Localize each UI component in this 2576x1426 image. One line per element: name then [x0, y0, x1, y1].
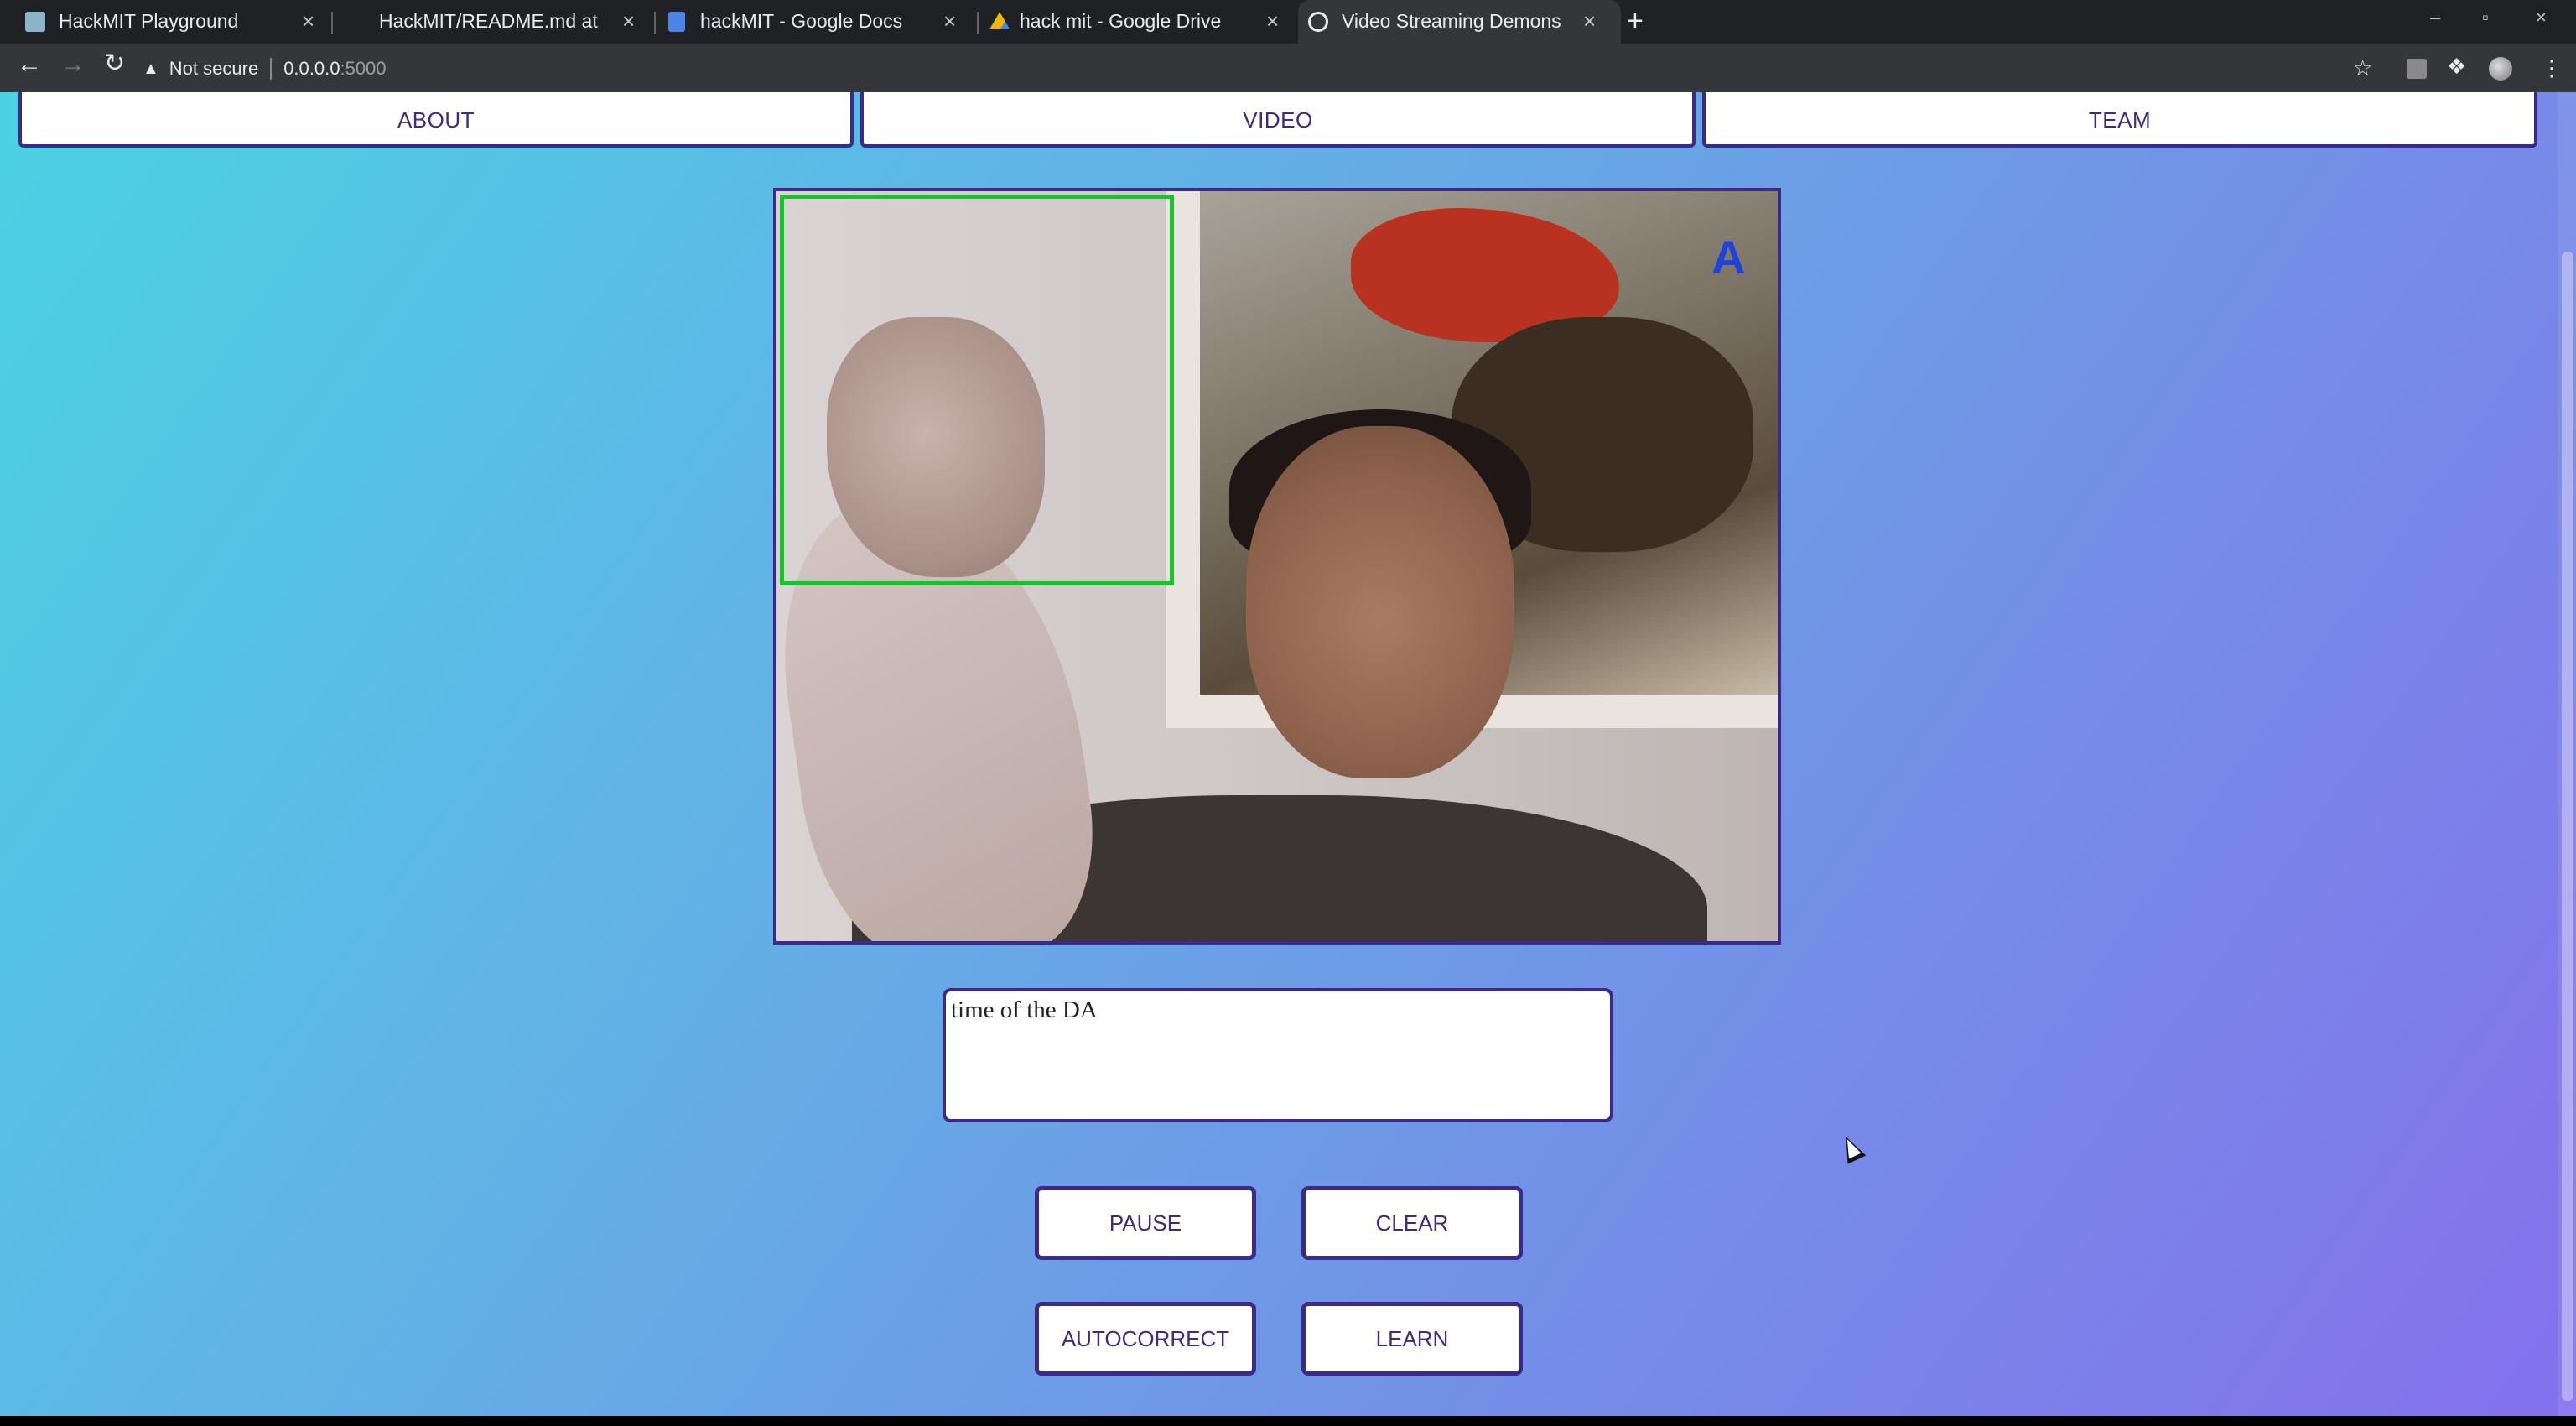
tab-google-docs[interactable]: hackMIT - Google Docs × [658, 0, 981, 44]
video-stream: A [773, 188, 1781, 945]
nav-team-button[interactable]: TEAM [1702, 92, 2537, 148]
minimize-button[interactable]: – [2430, 7, 2440, 29]
tab-title: hack mit - Google Drive [1020, 10, 1222, 32]
tab-close-icon[interactable]: × [1583, 8, 1596, 34]
extensions-puzzle-icon[interactable]: ❖ [2447, 54, 2466, 80]
docs-icon [668, 12, 685, 32]
predicted-letter: A [1711, 231, 1746, 284]
tab-title: hackMIT - Google Docs [700, 10, 903, 32]
browser-toolbar [0, 44, 2576, 92]
bookmark-star-icon[interactable]: ☆ [2353, 55, 2372, 81]
maximize-button[interactable]: ▫ [2482, 7, 2489, 29]
tab-strip: HackMIT Playground × HackMIT/README.md a… [0, 0, 2576, 44]
tab-close-icon[interactable]: × [1266, 8, 1279, 34]
autocorrect-button[interactable]: AUTOCORRECT [1035, 1302, 1256, 1376]
menu-kebab-icon[interactable]: ⋮ [2541, 55, 2563, 81]
hand-detection-box [780, 195, 1174, 585]
tab-readme[interactable]: HackMIT/README.md at × [335, 0, 654, 44]
tab-divider [331, 12, 333, 34]
address-bar[interactable]: ▲ Not secure 0.0.0.0:5000 [143, 50, 387, 87]
tab-title: HackMIT Playground [59, 10, 239, 32]
reload-icon[interactable]: ↻ [104, 49, 125, 78]
tab-close-icon[interactable]: × [622, 8, 635, 34]
playground-favicon-icon [25, 12, 45, 32]
learn-button[interactable]: LEARN [1301, 1302, 1523, 1376]
page-scrollbar[interactable] [2558, 92, 2576, 1416]
scrollbar-thumb[interactable] [2562, 252, 2573, 1401]
tab-divider [977, 12, 979, 34]
close-window-button[interactable]: × [2536, 7, 2547, 29]
security-label: Not secure [169, 58, 259, 79]
new-tab-button[interactable]: + [1627, 5, 1644, 38]
nav-video-button[interactable]: VIDEO [860, 92, 1696, 148]
tab-close-icon[interactable]: × [943, 8, 956, 34]
pause-button[interactable]: PAUSE [1035, 1186, 1256, 1260]
tab-google-drive[interactable]: hack mit - Google Drive × [981, 0, 1304, 44]
profile-avatar[interactable] [2489, 57, 2512, 81]
clear-button[interactable]: CLEAR [1301, 1186, 1523, 1260]
tab-close-icon[interactable]: × [302, 8, 314, 34]
transcript-textarea[interactable]: time of the DA [943, 988, 1613, 1122]
forward-arrow-icon[interactable]: → [60, 50, 86, 79]
warning-icon: ▲ [143, 59, 159, 78]
tab-divider [654, 12, 656, 34]
back-arrow-icon[interactable]: ← [17, 50, 42, 79]
nav-about-button[interactable]: ABOUT [18, 92, 854, 148]
drive-icon [989, 12, 1010, 29]
tab-title: Video Streaming Demons [1342, 10, 1561, 32]
tab-video-streaming[interactable]: Video Streaming Demons × [1298, 0, 1621, 44]
page-viewport: ABOUT VIDEO TEAM A time of the DA PAUSE … [0, 92, 2576, 1416]
globe-icon [1308, 12, 1328, 32]
person-face [1246, 426, 1514, 778]
tab-hackmit-playground[interactable]: HackMIT Playground × [0, 0, 327, 44]
mouse-cursor [1836, 1132, 1867, 1164]
extension-icon[interactable] [2407, 59, 2427, 79]
url-host: 0.0.0.0 [283, 58, 340, 79]
address-divider [270, 58, 273, 80]
tab-title: HackMIT/README.md at [379, 10, 598, 32]
url-port: :5000 [340, 58, 387, 79]
